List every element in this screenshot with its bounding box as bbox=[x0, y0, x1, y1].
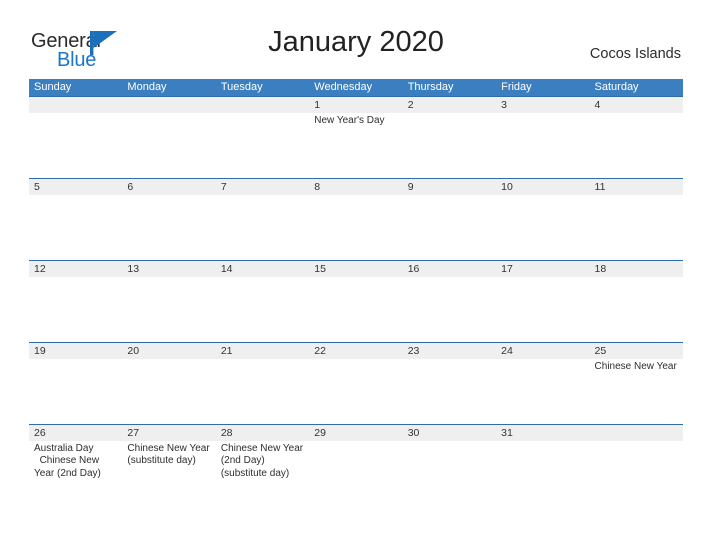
calendar-week-row: 5 6 7 8 9 10 11 bbox=[29, 178, 683, 260]
day-event-text: Australia Day Chinese New Year (2nd Day) bbox=[34, 443, 101, 479]
day-event-text bbox=[216, 359, 309, 424]
day-number[interactable]: 13 bbox=[122, 261, 215, 277]
day-event-text bbox=[496, 359, 589, 424]
day-number[interactable]: 11 bbox=[590, 179, 683, 195]
day-number[interactable]: 14 bbox=[216, 261, 309, 277]
day-event-text bbox=[309, 195, 402, 260]
week-event-band bbox=[29, 195, 683, 260]
day-number[interactable]: 20 bbox=[122, 343, 215, 359]
day-number[interactable]: 9 bbox=[403, 179, 496, 195]
day-event-text bbox=[29, 195, 122, 260]
day-event-text bbox=[403, 195, 496, 260]
day-number[interactable]: 21 bbox=[216, 343, 309, 359]
day-event-text bbox=[496, 195, 589, 260]
day-event-text bbox=[216, 195, 309, 260]
week-date-band: 26 27 28 29 30 31 bbox=[29, 425, 683, 441]
calendar-page: General Blue January 2020 Cocos Islands … bbox=[0, 0, 712, 550]
day-event-text bbox=[403, 277, 496, 342]
day-event-text: Chinese New Year (2nd Day) (substitute d… bbox=[220, 443, 306, 479]
day-number[interactable]: 8 bbox=[309, 179, 402, 195]
day-number[interactable] bbox=[590, 425, 683, 441]
calendar-week-row: 26 27 28 29 30 31 Australia Day Chinese … bbox=[29, 424, 683, 506]
day-event-text bbox=[590, 195, 683, 260]
day-number[interactable]: 18 bbox=[590, 261, 683, 277]
day-number[interactable] bbox=[216, 97, 309, 113]
day-number[interactable]: 26 bbox=[29, 425, 122, 441]
day-event-text: Chinese New Year bbox=[594, 361, 677, 372]
day-number[interactable]: 24 bbox=[496, 343, 589, 359]
day-number[interactable]: 25 bbox=[590, 343, 683, 359]
week-date-band: 12 13 14 15 16 17 18 bbox=[29, 261, 683, 277]
day-number[interactable]: 30 bbox=[403, 425, 496, 441]
weekday-header-tuesday: Tuesday bbox=[220, 81, 263, 93]
day-number[interactable]: 10 bbox=[496, 179, 589, 195]
day-number[interactable]: 2 bbox=[403, 97, 496, 113]
calendar-week-row: 1 2 3 4 New Year's Day bbox=[29, 96, 683, 178]
day-event-text: Chinese New Year (substitute day) bbox=[127, 443, 213, 467]
day-number[interactable]: 27 bbox=[122, 425, 215, 441]
day-number[interactable]: 17 bbox=[496, 261, 589, 277]
weekday-header-thursday: Thursday bbox=[407, 81, 454, 93]
day-number[interactable] bbox=[122, 97, 215, 113]
day-event-text bbox=[403, 441, 496, 506]
weekday-header-row: Sunday Monday Tuesday Wednesday Thursday… bbox=[29, 79, 683, 96]
week-date-band: 1 2 3 4 bbox=[29, 97, 683, 113]
day-number[interactable]: 28 bbox=[216, 425, 309, 441]
day-event-text bbox=[590, 113, 683, 178]
day-event-text bbox=[122, 113, 215, 178]
day-event-text bbox=[309, 277, 402, 342]
page-header: General Blue January 2020 Cocos Islands bbox=[0, 0, 712, 78]
day-event-text bbox=[590, 441, 683, 506]
day-event-text bbox=[590, 277, 683, 342]
weekday-header-friday: Friday bbox=[501, 81, 532, 93]
week-date-band: 5 6 7 8 9 10 11 bbox=[29, 179, 683, 195]
day-number[interactable] bbox=[29, 97, 122, 113]
day-event-text bbox=[122, 359, 215, 424]
day-number[interactable]: 4 bbox=[590, 97, 683, 113]
day-event-text bbox=[496, 113, 589, 178]
day-event-text bbox=[29, 277, 122, 342]
weekday-header-saturday: Saturday bbox=[594, 81, 639, 93]
week-event-band: Chinese New Year bbox=[29, 359, 683, 424]
day-event-text bbox=[403, 113, 496, 178]
day-number[interactable]: 16 bbox=[403, 261, 496, 277]
day-number[interactable]: 6 bbox=[122, 179, 215, 195]
day-event-text bbox=[309, 441, 402, 506]
day-event-text bbox=[122, 277, 215, 342]
calendar-week-row: 12 13 14 15 16 17 18 bbox=[29, 260, 683, 342]
day-event-text bbox=[496, 441, 589, 506]
day-event-text bbox=[122, 195, 215, 260]
day-number[interactable]: 23 bbox=[403, 343, 496, 359]
day-event-text bbox=[29, 113, 122, 178]
day-event-text bbox=[403, 359, 496, 424]
day-number[interactable]: 15 bbox=[309, 261, 402, 277]
day-number[interactable]: 5 bbox=[29, 179, 122, 195]
day-number[interactable]: 19 bbox=[29, 343, 122, 359]
day-number[interactable]: 31 bbox=[496, 425, 589, 441]
day-event-text bbox=[496, 277, 589, 342]
day-event-text bbox=[216, 113, 309, 178]
week-event-band: New Year's Day bbox=[29, 113, 683, 178]
calendar-table: Sunday Monday Tuesday Wednesday Thursday… bbox=[29, 79, 683, 506]
day-event-text bbox=[309, 359, 402, 424]
day-event-text bbox=[216, 277, 309, 342]
day-event-text: New Year's Day bbox=[314, 115, 385, 126]
day-number[interactable]: 1 bbox=[309, 97, 402, 113]
location-label: Cocos Islands bbox=[589, 46, 681, 62]
week-date-band: 19 20 21 22 23 24 25 bbox=[29, 343, 683, 359]
week-event-band: Australia Day Chinese New Year (2nd Day)… bbox=[29, 441, 683, 506]
weekday-header-monday: Monday bbox=[127, 81, 167, 93]
day-event-text bbox=[29, 359, 122, 424]
week-event-band bbox=[29, 277, 683, 342]
day-number[interactable]: 12 bbox=[29, 261, 122, 277]
day-number[interactable]: 7 bbox=[216, 179, 309, 195]
calendar-week-row: 19 20 21 22 23 24 25 Chinese New Year bbox=[29, 342, 683, 424]
day-number[interactable]: 22 bbox=[309, 343, 402, 359]
weekday-header-wednesday: Wednesday bbox=[314, 81, 373, 93]
weekday-header-sunday: Sunday bbox=[34, 81, 72, 93]
day-number[interactable]: 3 bbox=[496, 97, 589, 113]
day-number[interactable]: 29 bbox=[309, 425, 402, 441]
